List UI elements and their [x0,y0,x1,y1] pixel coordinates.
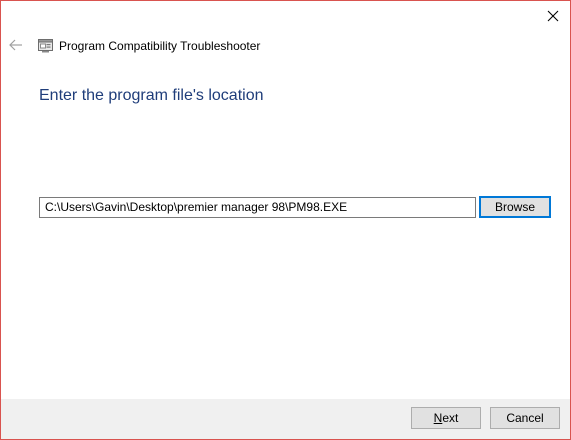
browse-button[interactable]: Browse [479,196,551,218]
next-button-label: Next [433,411,459,425]
cancel-button-label: Cancel [506,411,544,425]
troubleshooter-app-icon [38,39,53,53]
close-icon [547,10,559,22]
window-title: Program Compatibility Troubleshooter [59,39,261,53]
back-button[interactable] [8,37,24,53]
troubleshooter-window: Program Compatibility Troubleshooter Ent… [0,0,571,440]
page-heading: Enter the program file's location [39,87,264,104]
window-title-bar: Program Compatibility Troubleshooter [38,38,260,54]
close-button[interactable] [542,5,564,27]
cancel-button[interactable]: Cancel [490,407,560,429]
footer-bar: Next Cancel [1,399,570,439]
next-button[interactable]: Next [411,407,481,429]
back-arrow-icon [9,39,22,51]
program-location-input[interactable] [39,197,476,218]
browse-button-label: Browse [494,200,535,214]
